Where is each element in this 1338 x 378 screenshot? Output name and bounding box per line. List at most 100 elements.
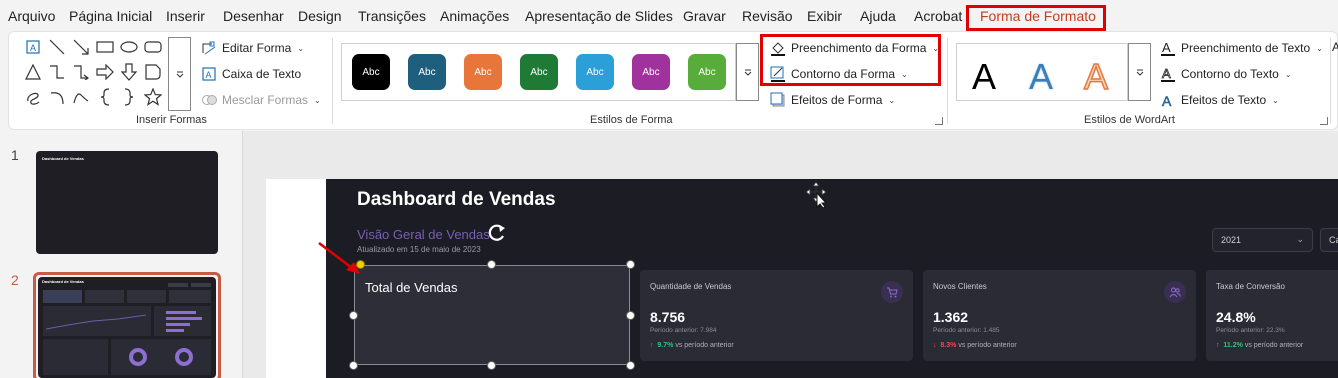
group-label-shape-styles: Estilos de Forma — [590, 114, 673, 126]
resize-handle-top[interactable] — [487, 260, 496, 269]
kpi-value: 24.8% — [1216, 309, 1256, 325]
curve-shape-icon[interactable] — [70, 86, 92, 108]
kpi-change: ↓ 8.3% vs período anterior — [933, 342, 1017, 349]
svg-text:A: A — [1162, 93, 1172, 108]
resize-handle-bottom-right[interactable] — [626, 361, 635, 370]
wordart-more-button[interactable] — [1128, 43, 1151, 101]
menu-gravar[interactable]: Gravar — [683, 8, 726, 24]
menu-ajuda[interactable]: Ajuda — [860, 8, 896, 24]
ribbon-separator — [332, 38, 333, 124]
shape-effects-button[interactable]: Efeitos de Forma ⌄ — [770, 92, 895, 108]
arrow-line-shape-icon[interactable] — [70, 36, 92, 58]
kpi-change: ↑ 11.2% vs período anterior — [1216, 342, 1304, 349]
left-brace-shape-icon[interactable] — [94, 86, 116, 108]
rectangle-shape-icon[interactable] — [94, 36, 116, 58]
shapes-gallery-more-button[interactable] — [168, 37, 191, 111]
star-shape-icon[interactable] — [142, 86, 164, 108]
menu-animacoes[interactable]: Animações — [440, 8, 509, 24]
dashboard-title[interactable]: Dashboard de Vendas — [357, 189, 556, 211]
accessibility-cutoff-label: A — [1332, 40, 1338, 54]
shape-effects-icon — [770, 92, 786, 108]
merge-shapes-icon — [201, 92, 217, 108]
elbow-arrow-shape-icon[interactable] — [70, 61, 92, 83]
rotate-handle-icon[interactable] — [486, 223, 508, 241]
slide-thumbnail-2[interactable]: Dashboard de Vendas — [38, 277, 216, 378]
arc-shape-icon[interactable] — [46, 86, 68, 108]
move-cursor-icon — [805, 181, 830, 209]
shape-style-swatch[interactable]: Abc — [352, 54, 390, 90]
svg-text:A: A — [206, 70, 212, 80]
wordart-style-blue[interactable]: A — [1029, 56, 1053, 98]
merge-shapes-button[interactable]: Mesclar Formas ⌄ — [201, 92, 321, 108]
resize-handle-left[interactable] — [349, 311, 358, 320]
elbow-connector-shape-icon[interactable] — [46, 61, 68, 83]
shape-style-swatch[interactable]: Abc — [408, 54, 446, 90]
slide-thumbnail-1[interactable]: Dashboard de Vendas — [36, 151, 218, 254]
chevron-down-icon: ⌄ — [1284, 69, 1292, 79]
menu-desenhar[interactable]: Desenhar — [223, 8, 284, 24]
freeform-scribble-shape-icon[interactable] — [22, 86, 44, 108]
chevron-down-icon: ⌄ — [1296, 234, 1304, 244]
category-dropdown[interactable]: Ca — [1320, 228, 1338, 252]
edit-shape-button[interactable]: Editar Forma ⌄ — [201, 40, 304, 56]
slide-number: 2 — [11, 272, 19, 288]
text-effects-button[interactable]: A Efeitos de Texto ⌄ — [1160, 92, 1279, 108]
users-icon — [1164, 281, 1186, 303]
menu-design[interactable]: Design — [298, 8, 342, 24]
menu-pagina-inicial[interactable]: Página Inicial — [69, 8, 152, 24]
ribbon-separator — [1330, 38, 1331, 124]
shape-style-swatch[interactable]: Abc — [576, 54, 614, 90]
kpi-change: ↑ 9.7% vs período anterior — [650, 342, 734, 349]
total-sales-text[interactable]: Total de Vendas — [365, 280, 458, 295]
chevron-down-icon: ⌄ — [888, 95, 896, 105]
shape-style-swatch[interactable]: Abc — [632, 54, 670, 90]
kpi-previous: Período anterior: 1.485 — [933, 327, 1000, 334]
svg-text:A: A — [30, 43, 36, 53]
text-box-shape-icon[interactable]: A — [22, 36, 44, 58]
text-fill-button[interactable]: A Preenchimento de Texto ⌄ — [1160, 40, 1323, 56]
resize-handle-top-right[interactable] — [626, 260, 635, 269]
menu-revisao[interactable]: Revisão — [742, 8, 793, 24]
line-shape-icon[interactable] — [46, 36, 68, 58]
right-brace-shape-icon[interactable] — [118, 86, 140, 108]
shape-style-swatch[interactable]: Abc — [464, 54, 502, 90]
svg-text:A: A — [1162, 40, 1171, 55]
rounded-rect-shape-icon[interactable] — [142, 36, 164, 58]
wordart-style-orange-outline[interactable]: A — [1083, 55, 1109, 98]
down-arrow-shape-icon[interactable] — [118, 61, 140, 83]
menu-arquivo[interactable]: Arquivo — [8, 8, 55, 24]
menu-inserir[interactable]: Inserir — [166, 8, 205, 24]
menu-exibir[interactable]: Exibir — [807, 8, 842, 24]
wordart-dialog-launcher-icon[interactable] — [1320, 117, 1328, 125]
shape-styles-more-button[interactable] — [736, 43, 759, 101]
kpi-value: 8.756 — [650, 309, 686, 325]
year-dropdown[interactable]: 2021 ⌄ — [1212, 228, 1313, 252]
slide-left-margin — [266, 179, 326, 378]
right-arrow-shape-icon[interactable] — [94, 61, 116, 83]
shape-style-swatch[interactable]: Abc — [688, 54, 726, 90]
resize-handle-right[interactable] — [626, 311, 635, 320]
text-box-button[interactable]: A Caixa de Texto — [201, 66, 301, 82]
text-fill-icon: A — [1160, 40, 1176, 56]
triangle-shape-icon[interactable] — [22, 61, 44, 83]
kpi-label: Novos Clientes — [933, 282, 987, 291]
kpi-label: Taxa de Conversão — [1216, 282, 1285, 291]
dashboard-subtitle[interactable]: Visão Geral de Vendas — [357, 227, 490, 242]
menu-apresentacao[interactable]: Apresentação de Slides — [525, 8, 673, 24]
menu-transicoes[interactable]: Transições — [358, 8, 426, 24]
text-outline-button[interactable]: A Contorno do Texto ⌄ — [1160, 66, 1292, 82]
text-box-icon: A — [201, 66, 217, 82]
resize-handle-bottom-left[interactable] — [349, 361, 358, 370]
more-chevron-icon — [1136, 69, 1143, 76]
dashboard-updated-text[interactable]: Atualizado em 15 de maio de 2023 — [357, 245, 481, 254]
shape-styles-dialog-launcher-icon[interactable] — [935, 117, 943, 125]
kpi-label: Quantidade de Vendas — [650, 282, 732, 291]
snip-rect-shape-icon[interactable] — [142, 61, 164, 83]
shape-style-swatch[interactable]: Abc — [520, 54, 558, 90]
wordart-style-black[interactable]: A — [972, 56, 996, 98]
resize-handle-bottom[interactable] — [487, 361, 496, 370]
arrow-up-icon: ↑ — [650, 342, 654, 349]
kpi-previous: Período anterior: 22.3% — [1216, 327, 1285, 334]
oval-shape-icon[interactable] — [118, 36, 140, 58]
menu-acrobat[interactable]: Acrobat — [914, 8, 962, 24]
